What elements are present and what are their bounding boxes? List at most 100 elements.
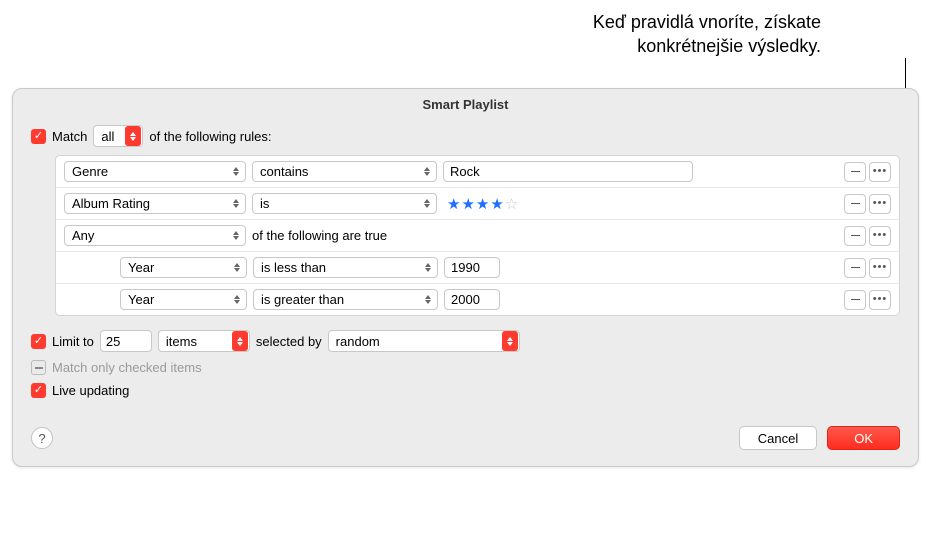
rule-field-select[interactable]: Any <box>64 225 246 246</box>
updown-icon <box>229 290 245 310</box>
rule-value-input[interactable]: 2000 <box>444 289 500 310</box>
limit-count-value: 25 <box>106 334 120 349</box>
rule-operator-value: is less than <box>261 260 416 275</box>
window-title: Smart Playlist <box>13 89 918 119</box>
limit-count-input[interactable]: 25 <box>100 330 152 352</box>
rule-actions: ••• <box>844 290 891 310</box>
ok-label: OK <box>854 431 873 446</box>
rule-actions: ••• <box>844 162 891 182</box>
cancel-label: Cancel <box>758 431 798 446</box>
match-mode-select[interactable]: all <box>93 125 143 147</box>
updown-icon <box>232 331 248 351</box>
help-icon: ? <box>38 431 45 446</box>
rule-field-select[interactable]: Year <box>120 289 247 310</box>
updown-icon <box>419 194 435 214</box>
rule-rating-stars[interactable]: ★★★★☆ <box>443 195 518 213</box>
live-updating-label: Live updating <box>52 383 129 398</box>
live-updating-checkbox[interactable]: ✓ <box>31 383 46 398</box>
limit-unit-value: items <box>166 334 228 349</box>
rule-value-text: 1990 <box>451 260 480 275</box>
rule-field-value: Album Rating <box>72 196 224 211</box>
rule-more-button[interactable]: ••• <box>869 258 891 278</box>
match-only-label: Match only checked items <box>52 360 202 375</box>
rule-operator-value: is <box>260 196 415 211</box>
annotation-text: Keď pravidlá vnoríte, získate konkrétnej… <box>593 10 821 59</box>
rule-row: Any of the following are true ••• <box>56 219 899 251</box>
rule-row: Genre contains Rock ••• <box>56 156 899 187</box>
check-icon: ✓ <box>34 336 43 347</box>
remove-rule-button[interactable] <box>844 290 866 310</box>
star-filled-icon: ★ <box>476 195 489 213</box>
rule-field-value: Year <box>128 260 225 275</box>
check-icon: ✓ <box>34 385 43 396</box>
cancel-button[interactable]: Cancel <box>739 426 817 450</box>
limit-label: Limit to <box>52 334 94 349</box>
updown-icon <box>125 126 141 146</box>
match-label-after: of the following rules: <box>149 129 271 144</box>
match-only-row: Match only checked items <box>31 360 900 375</box>
minus-icon <box>851 299 860 301</box>
rule-more-button[interactable]: ••• <box>869 226 891 246</box>
updown-icon <box>228 162 244 182</box>
rule-field-value: Year <box>128 292 225 307</box>
rule-more-button[interactable]: ••• <box>869 290 891 310</box>
updown-icon <box>228 194 244 214</box>
star-filled-icon: ★ <box>461 195 474 213</box>
rule-value-input[interactable]: Rock <box>443 161 693 182</box>
limit-method-select[interactable]: random <box>328 330 520 352</box>
minus-icon <box>851 267 860 269</box>
updown-icon <box>228 226 244 246</box>
smart-playlist-dialog: Smart Playlist ✓ Match all of the follow… <box>12 88 919 467</box>
rule-group-text: of the following are true <box>252 228 387 243</box>
ellipsis-icon: ••• <box>873 166 888 177</box>
rule-operator-select[interactable]: is greater than <box>253 289 438 310</box>
remove-rule-button[interactable] <box>844 258 866 278</box>
limit-unit-select[interactable]: items <box>158 330 250 352</box>
match-checkbox[interactable]: ✓ <box>31 129 46 144</box>
ok-button[interactable]: OK <box>827 426 900 450</box>
help-button[interactable]: ? <box>31 427 53 449</box>
rule-row: Year is greater than 2000 ••• <box>56 283 899 315</box>
updown-icon <box>420 258 436 278</box>
rule-field-select[interactable]: Year <box>120 257 247 278</box>
live-updating-row: ✓ Live updating <box>31 383 900 398</box>
ellipsis-icon: ••• <box>873 198 888 209</box>
minus-icon <box>851 171 860 173</box>
rule-operator-select[interactable]: is less than <box>253 257 438 278</box>
rule-actions: ••• <box>844 194 891 214</box>
rule-operator-select[interactable]: contains <box>252 161 437 182</box>
limit-row: ✓ Limit to 25 items selected by random <box>31 330 900 352</box>
ellipsis-icon: ••• <box>873 294 888 305</box>
star-filled-icon: ★ <box>447 195 460 213</box>
selected-by-label: selected by <box>256 334 322 349</box>
rule-field-select[interactable]: Genre <box>64 161 246 182</box>
rule-value-input[interactable]: 1990 <box>444 257 500 278</box>
limit-method-value: random <box>336 334 498 349</box>
annotation-line2: konkrétnejšie výsledky. <box>593 34 821 58</box>
remove-rule-button[interactable] <box>844 162 866 182</box>
rule-more-button[interactable]: ••• <box>869 162 891 182</box>
rule-more-button[interactable]: ••• <box>869 194 891 214</box>
ellipsis-icon: ••• <box>873 262 888 273</box>
rule-actions: ••• <box>844 226 891 246</box>
match-row: ✓ Match all of the following rules: <box>31 125 900 147</box>
updown-icon <box>419 162 435 182</box>
dialog-footer: ? Cancel OK <box>13 416 918 466</box>
rule-operator-select[interactable]: is <box>252 193 437 214</box>
limit-checkbox[interactable]: ✓ <box>31 334 46 349</box>
minus-icon <box>851 203 860 205</box>
remove-rule-button[interactable] <box>844 194 866 214</box>
match-mode-value: all <box>101 129 121 144</box>
remove-rule-button[interactable] <box>844 226 866 246</box>
rule-field-value: Any <box>72 228 224 243</box>
match-only-checkbox[interactable] <box>31 360 46 375</box>
check-icon: ✓ <box>34 131 43 142</box>
rule-field-value: Genre <box>72 164 224 179</box>
annotation-line1: Keď pravidlá vnoríte, získate <box>593 10 821 34</box>
rule-value-text: Rock <box>450 164 480 179</box>
star-filled-icon: ★ <box>490 195 503 213</box>
match-label-before: Match <box>52 129 87 144</box>
rules-list: GenrecontainsRock•••Album Ratingis★★★★☆•… <box>55 155 900 316</box>
star-empty-icon: ☆ <box>505 195 518 213</box>
rule-field-select[interactable]: Album Rating <box>64 193 246 214</box>
